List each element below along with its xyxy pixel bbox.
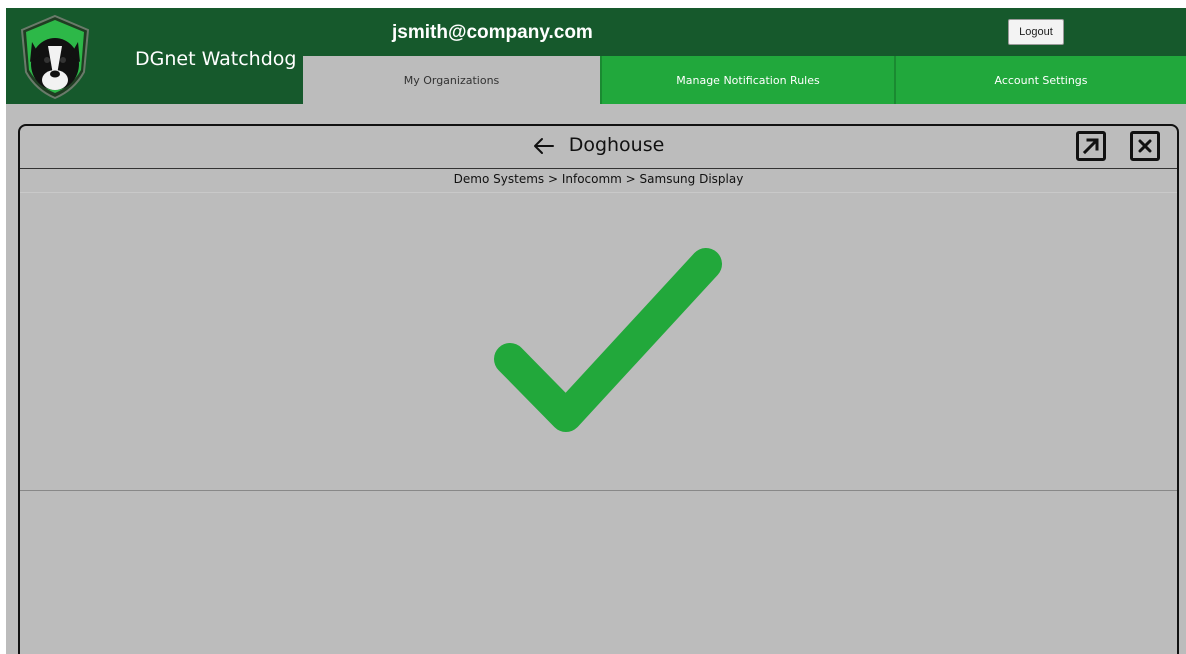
logout-button[interactable]: Logout (1008, 19, 1064, 45)
panel-header: Doghouse (20, 126, 1177, 169)
brand-name: DGnet Watchdog (135, 48, 297, 70)
app-header: DGnet Watchdog jsmith@company.com Logout… (6, 8, 1186, 104)
divider (20, 192, 1177, 193)
app-page: DGnet Watchdog jsmith@company.com Logout… (6, 8, 1186, 654)
divider (20, 490, 1177, 491)
user-email: jsmith@company.com (392, 22, 593, 43)
dog-shield-logo-icon (20, 14, 90, 100)
panel-title: Doghouse (20, 134, 1177, 156)
close-icon (1138, 139, 1152, 153)
device-panel: Doghouse Demo Systems > Infocomm > Samsu… (18, 124, 1179, 654)
expand-arrow-icon (1082, 138, 1099, 155)
arrow-left-icon[interactable] (533, 137, 555, 155)
tab-my-organizations[interactable]: My Organizations (303, 56, 600, 104)
tab-manage-notification-rules[interactable]: Manage Notification Rules (600, 56, 894, 104)
close-button[interactable] (1130, 131, 1160, 161)
panel-title-text: Doghouse (568, 134, 665, 156)
expand-button[interactable] (1076, 131, 1106, 161)
tab-account-settings[interactable]: Account Settings (894, 56, 1186, 104)
checkmark-icon (494, 248, 722, 432)
breadcrumb: Demo Systems > Infocomm > Samsung Displa… (453, 172, 744, 186)
main-tabs: My Organizations Manage Notification Rul… (303, 56, 1186, 104)
